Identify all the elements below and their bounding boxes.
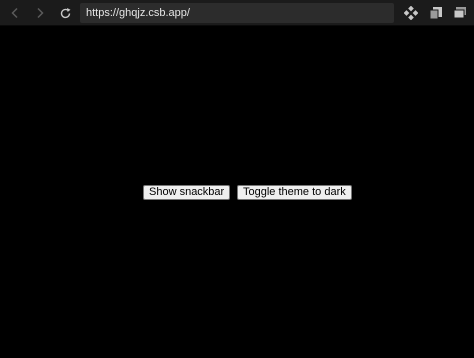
browser-toolbar: https://ghqjz.csb.app/: [0, 0, 474, 26]
open-in-new-window-icon[interactable]: [427, 4, 445, 22]
show-snackbar-button[interactable]: Show snackbar: [143, 185, 231, 200]
toggle-theme-button[interactable]: Toggle theme to dark: [237, 185, 352, 200]
page-viewport: Show snackbar Toggle theme to dark: [0, 26, 474, 358]
address-bar[interactable]: https://ghqjz.csb.app/: [80, 3, 394, 23]
back-arrow-icon[interactable]: [6, 4, 24, 22]
forward-arrow-icon[interactable]: [31, 4, 49, 22]
codesandbox-icon[interactable]: [402, 4, 420, 22]
url-text: https://ghqjz.csb.app/: [86, 7, 190, 19]
devtools-icon[interactable]: [451, 4, 469, 22]
reload-icon[interactable]: [56, 4, 74, 22]
